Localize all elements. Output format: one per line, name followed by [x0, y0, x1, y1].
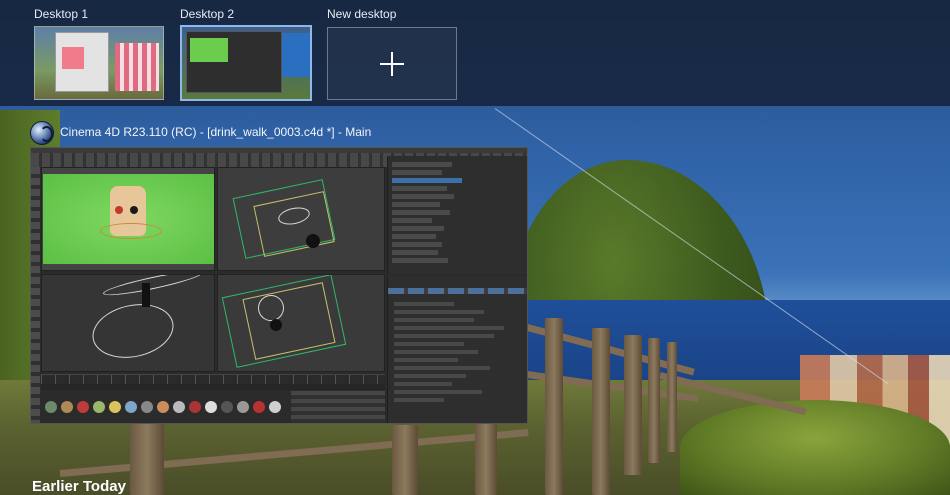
object-row [392, 218, 432, 223]
material-swatch [173, 401, 185, 413]
viewport-side [41, 274, 215, 372]
wallpaper-bushes [680, 400, 950, 495]
material-swatch [269, 401, 281, 413]
attribute-row [394, 390, 482, 394]
material-swatch [61, 401, 73, 413]
object-dot [270, 319, 282, 331]
fence-post [130, 420, 164, 495]
object-row [392, 258, 448, 263]
virtual-desktops-bar: Desktop 1 Desktop 2 New desktop [0, 0, 950, 106]
material-swatch [253, 401, 265, 413]
object-row [392, 234, 436, 239]
object-row [392, 226, 444, 231]
window-preview[interactable] [30, 147, 528, 424]
wireframe [101, 275, 205, 300]
material-manager [41, 391, 291, 423]
new-desktop-button[interactable] [327, 27, 457, 100]
object-row [392, 202, 440, 207]
attribute-row [394, 350, 478, 354]
transport-controls [41, 384, 385, 390]
coordinates-manager [291, 391, 385, 423]
thumbnail-window [55, 32, 109, 92]
section-heading-earlier-today: Earlier Today [32, 478, 126, 495]
material-swatch [189, 401, 201, 413]
attribute-manager [387, 276, 527, 423]
app-tool-palette [31, 167, 40, 423]
attribute-row [394, 398, 444, 402]
material-swatch [237, 401, 249, 413]
material-swatch [141, 401, 153, 413]
attribute-row [394, 358, 458, 362]
material-swatch [77, 401, 89, 413]
desktop-1-label: Desktop 1 [34, 7, 89, 21]
new-desktop-label: New desktop [327, 7, 397, 21]
fence-post [392, 425, 418, 495]
object-stem [142, 283, 150, 307]
attribute-row [394, 374, 466, 378]
object-row [392, 178, 462, 183]
window-title-row: Cinema 4D R23.110 (RC) - [drink_walk_000… [30, 120, 550, 145]
attribute-row [394, 342, 464, 346]
desktop-2-thumbnail[interactable] [180, 25, 312, 101]
thumbnail-window [186, 31, 282, 93]
attribute-row [394, 326, 504, 330]
material-swatch [93, 401, 105, 413]
attribute-row [394, 318, 474, 322]
fence-post [648, 338, 660, 463]
desktop-2-label: Desktop 2 [180, 7, 235, 21]
object-row [392, 242, 442, 247]
material-swatch [157, 401, 169, 413]
attribute-row [394, 366, 490, 370]
viewport-top [217, 167, 385, 271]
window-title: Cinema 4D R23.110 (RC) - [drink_walk_000… [60, 125, 372, 139]
attribute-tabs [388, 288, 527, 294]
object-row [392, 194, 454, 199]
object-row [392, 170, 442, 175]
object-dot [306, 234, 320, 248]
fence-post [624, 335, 642, 475]
material-swatch [45, 401, 57, 413]
object-manager [387, 156, 527, 274]
viewport-front [217, 274, 385, 372]
wireframe [87, 297, 179, 365]
cinema4d-icon [30, 121, 54, 145]
object-row [392, 250, 438, 255]
character-ring [100, 223, 162, 239]
attribute-row [394, 382, 452, 386]
material-swatch [221, 401, 233, 413]
fence-post [545, 318, 563, 495]
viewport-perspective [41, 167, 215, 271]
object-row [392, 162, 452, 167]
object-row [392, 210, 450, 215]
thumbnail-window [282, 33, 310, 77]
material-swatch [205, 401, 217, 413]
attribute-row [394, 302, 454, 306]
attribute-row [394, 310, 484, 314]
desktop-1-thumbnail[interactable] [34, 26, 164, 100]
material-swatch [125, 401, 137, 413]
fence-post [475, 420, 497, 495]
material-swatch [109, 401, 121, 413]
plus-icon [380, 51, 404, 76]
object-row [392, 186, 447, 191]
fence-post [667, 342, 677, 452]
thumbnail-window [115, 43, 159, 91]
attribute-row [394, 334, 494, 338]
fence-post [592, 328, 610, 495]
